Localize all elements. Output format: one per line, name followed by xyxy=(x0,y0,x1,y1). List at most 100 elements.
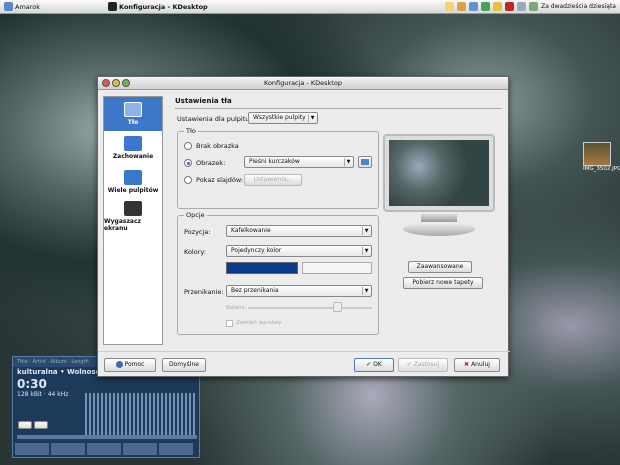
chevron-down-icon: ▼ xyxy=(308,114,316,122)
reverse-roles-checkbox[interactable] xyxy=(226,320,233,327)
clock[interactable]: Za dwadzieścia dziesiąta xyxy=(541,3,616,10)
sidebar-item-background[interactable]: Tło xyxy=(104,97,162,131)
desktops-icon xyxy=(124,170,142,185)
chevron-down-icon: ▼ xyxy=(362,247,370,255)
image-select-value: Pieśni kurczaków xyxy=(249,158,300,165)
group-title: Opcje xyxy=(184,211,207,219)
document-icon[interactable] xyxy=(445,2,455,11)
amarok-icon xyxy=(4,2,13,11)
advanced-button[interactable]: Zaawansowane xyxy=(408,261,472,273)
colors-select[interactable]: Pojedynczy kolor ▼ xyxy=(226,245,372,257)
cancel-button[interactable]: ✖ Anuluj xyxy=(454,358,500,372)
apply-label: Zastosuj xyxy=(413,361,440,368)
screensaver-icon xyxy=(124,200,142,216)
blend-select-value: Bez przenikania xyxy=(231,287,279,294)
sidebar-item-label: Wiele pulpitów xyxy=(107,187,159,194)
desktop-settings-label: Ustawienia dla pulpitu: xyxy=(177,115,252,123)
balance-slider[interactable] xyxy=(248,307,372,309)
pause-icon[interactable] xyxy=(87,443,121,455)
image-select[interactable]: Pieśni kurczaków ▼ xyxy=(244,156,354,168)
slideshow-label: Pokaz slajdów: xyxy=(196,176,244,184)
playlist-button[interactable]: PL xyxy=(18,421,32,429)
colors-select-value: Pojedynczy kolor xyxy=(231,247,282,254)
player-time: 0:30 xyxy=(17,377,47,391)
chevron-down-icon: ▼ xyxy=(362,287,370,295)
keyboard-icon[interactable] xyxy=(517,2,527,11)
monitor-stand xyxy=(421,214,457,222)
equalizer-button[interactable]: EQ xyxy=(34,421,48,429)
apply-button[interactable]: ✔ Zastosuj xyxy=(398,358,448,372)
divider xyxy=(175,108,502,109)
taskbar-item-label: Amarok xyxy=(15,2,41,11)
sidebar-item-multiple-desktops[interactable]: Wiele pulpitów xyxy=(104,165,162,199)
balance-slider-handle[interactable] xyxy=(333,302,342,312)
sidebar-item-label: Tło xyxy=(127,119,139,126)
desktop-image-file[interactable]: IMG_3502.JPG xyxy=(583,142,620,182)
cancel-label: Anuluj xyxy=(471,361,490,368)
settings-window: Konfiguracja - KDesktop Tło Zachowanie W… xyxy=(97,76,510,377)
wallpaper-preview xyxy=(383,134,495,239)
open-folder-button[interactable] xyxy=(358,156,372,168)
no-image-radio[interactable] xyxy=(184,142,192,150)
image-label: Obrazek: xyxy=(196,159,226,167)
folder-icon xyxy=(361,159,369,165)
ok-label: OK xyxy=(373,361,382,368)
settings-sidebar: Tło Zachowanie Wiele pulpitów Wygaszacz … xyxy=(103,96,163,345)
desktop-select-value: Wszystkie pulpity xyxy=(253,114,306,121)
previous-icon[interactable] xyxy=(15,443,49,455)
power-icon[interactable] xyxy=(529,2,539,11)
desktop-select[interactable]: Wszystkie pulpity ▼ xyxy=(248,112,318,124)
network-icon[interactable] xyxy=(481,2,491,11)
gem-icon[interactable] xyxy=(505,2,515,11)
kde-icon xyxy=(108,2,118,11)
system-tray: Za dwadzieścia dziesiąta xyxy=(445,2,620,11)
image-thumbnail-icon xyxy=(583,142,611,166)
position-select-value: Kafelkowanie xyxy=(231,227,271,234)
taskbar-item-label: Konfiguracja - KDesktop xyxy=(119,2,208,11)
monitor-base xyxy=(403,222,475,236)
slideshow-settings-button[interactable]: Ustawienia... xyxy=(244,174,302,186)
blend-label: Przenikanie: xyxy=(184,288,224,296)
group-title: Tło xyxy=(184,127,198,135)
blend-select[interactable]: Bez przenikania ▼ xyxy=(226,285,372,297)
position-label: Pozycja: xyxy=(184,228,211,236)
play-icon[interactable] xyxy=(51,443,85,455)
help-label: Pomoc xyxy=(124,361,145,368)
desktop-icon-label: IMG_3502.JPG xyxy=(583,166,620,172)
position-select[interactable]: Kafelkowanie ▼ xyxy=(226,225,372,237)
next-icon[interactable] xyxy=(159,443,193,455)
defaults-button[interactable]: Domyślne xyxy=(162,358,206,372)
stop-icon[interactable] xyxy=(123,443,157,455)
position-slider[interactable] xyxy=(17,435,197,439)
taskbar-item-kdesktop[interactable]: Konfiguracja - KDesktop xyxy=(104,0,212,14)
minimize-window-button[interactable] xyxy=(112,79,120,87)
chevron-down-icon: ▼ xyxy=(344,158,352,166)
primary-color-swatch[interactable] xyxy=(226,262,298,274)
close-window-button[interactable] xyxy=(102,79,110,87)
taskbar: Amarok Konfiguracja - KDesktop Za dwadzi… xyxy=(0,0,620,14)
help-icon xyxy=(115,361,123,368)
ok-button[interactable]: ✔ OK xyxy=(354,358,394,372)
cancel-icon: ✖ xyxy=(464,361,470,368)
sidebar-item-label: Zachowanie xyxy=(112,153,154,160)
sidebar-item-behavior[interactable]: Zachowanie xyxy=(104,131,162,165)
reverse-roles-label: Zamień warstwy xyxy=(236,320,282,326)
window-titlebar[interactable]: Konfiguracja - KDesktop xyxy=(98,77,508,90)
taskbar-item-amarok[interactable]: Amarok xyxy=(0,0,44,14)
sidebar-item-screensaver[interactable]: Wygaszacz ekranu xyxy=(104,199,162,233)
secondary-color-swatch[interactable] xyxy=(302,262,372,274)
colors-label: Kolory: xyxy=(184,248,206,256)
slideshow-radio[interactable] xyxy=(184,176,192,184)
background-icon xyxy=(124,102,142,117)
clipboard-icon[interactable] xyxy=(457,2,467,11)
warning-icon[interactable] xyxy=(493,2,503,11)
help-button[interactable]: Pomoc xyxy=(104,358,156,372)
chevron-down-icon: ▼ xyxy=(362,227,370,235)
window-title: Konfiguracja - KDesktop xyxy=(264,79,342,87)
maximize-window-button[interactable] xyxy=(122,79,130,87)
speaker-icon[interactable] xyxy=(469,2,479,11)
image-radio[interactable] xyxy=(184,159,192,167)
checkmark-icon: ✔ xyxy=(406,361,412,368)
footer-divider xyxy=(98,351,510,352)
get-new-wallpapers-button[interactable]: Pobierz nowe tapety xyxy=(403,277,483,289)
